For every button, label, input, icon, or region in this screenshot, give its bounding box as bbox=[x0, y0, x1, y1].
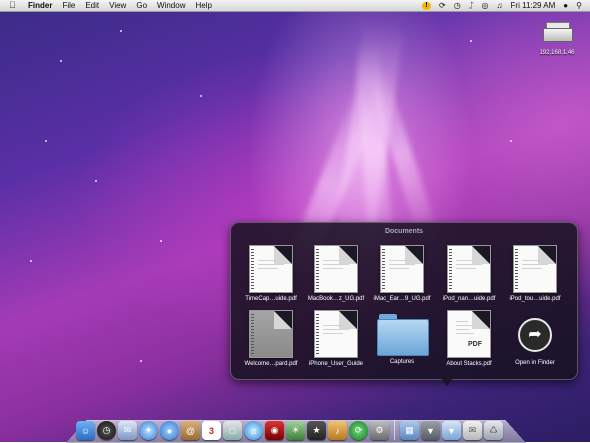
safari-icon[interactable]: ✦ bbox=[139, 421, 158, 440]
status-area: ! ⟳ ◷ ᛢ ◎ ♫ Fri 11:29 AM ● ⚲ bbox=[422, 0, 582, 11]
stack-item-imac[interactable]: iMac_Ear…9_UG.pdf bbox=[369, 245, 435, 302]
desktop-printer-icon[interactable]: 192.168.1.46 bbox=[532, 22, 582, 56]
dashboard-icon[interactable]: ◷ bbox=[97, 421, 116, 440]
system-preferences-icon[interactable]: ⚙ bbox=[370, 421, 389, 440]
pdf-preview-icon: PDF bbox=[447, 310, 491, 358]
stack-item-label: iMac_Ear…9_UG.pdf bbox=[373, 296, 431, 302]
pdf-document-icon bbox=[513, 245, 557, 293]
preview-icon[interactable]: □ bbox=[223, 421, 242, 440]
stack-item-open-in-finder[interactable]: ➦ Open in Finder bbox=[502, 310, 568, 366]
iphoto-icon[interactable]: ☀ bbox=[286, 421, 305, 440]
stack-item-label: MacBook…z_UG.pdf bbox=[307, 296, 365, 302]
stack-item-label: About Stacks.pdf bbox=[446, 361, 492, 367]
trash-icon[interactable]: ♺ bbox=[484, 421, 503, 440]
stack-item-label: Captures bbox=[389, 359, 415, 365]
stack-item-welcome[interactable]: Welcome…pard.pdf bbox=[238, 310, 304, 367]
menu-window[interactable]: Window bbox=[157, 0, 185, 11]
menu-clock[interactable]: Fri 11:29 AM bbox=[511, 0, 556, 11]
stack-title: Documents bbox=[384, 228, 424, 235]
mail-icon[interactable]: ✉ bbox=[118, 421, 137, 440]
documents-stack-icon[interactable]: ▼ bbox=[421, 421, 440, 440]
wifi-icon[interactable]: ◎ bbox=[482, 0, 489, 11]
menu-go[interactable]: Go bbox=[136, 0, 147, 11]
photobooth-icon[interactable]: ◉ bbox=[265, 421, 284, 440]
address-book-icon[interactable]: @ bbox=[181, 421, 200, 440]
menu-items: Finder File Edit View Go Window Help bbox=[28, 0, 212, 11]
stack-item-ipod-touch[interactable]: iPod_tou…uide.pdf bbox=[502, 245, 568, 302]
ichat-icon[interactable]: ● bbox=[160, 421, 179, 440]
documents-stack-popup: Documents TimeCap…uide.pdf MacBook…z_UG.… bbox=[230, 222, 578, 380]
menu-bar:  Finder File Edit View Go Window Help !… bbox=[0, 0, 590, 12]
open-in-finder-icon: ➦ bbox=[518, 318, 552, 352]
imovie-icon[interactable]: ★ bbox=[307, 421, 326, 440]
spotlight-icon[interactable]: ⚲ bbox=[576, 0, 582, 11]
sync-icon[interactable]: ⟳ bbox=[439, 0, 446, 11]
stack-pointer-arrow bbox=[441, 378, 453, 386]
pdf-document-icon bbox=[380, 245, 424, 293]
time-machine-menu-icon[interactable]: ◷ bbox=[454, 0, 461, 11]
apple-menu-icon[interactable]:  bbox=[9, 0, 16, 11]
menu-edit[interactable]: Edit bbox=[85, 0, 99, 11]
stack-item-label: iPod_tou…uide.pdf bbox=[509, 296, 561, 302]
dock: ☺ ◷ ✉ ✦ ● @ 3 □ ♫ ◉ ☀ ★ ♪ ⟳ ⚙ ▦ ▼ ▼ ✉ ♺ bbox=[76, 412, 503, 440]
stack-item-ipod-nano[interactable]: iPod_nan…uide.pdf bbox=[436, 245, 502, 302]
menu-file[interactable]: File bbox=[62, 0, 75, 11]
ical-icon[interactable]: 3 bbox=[202, 421, 221, 440]
printer-icon bbox=[543, 22, 573, 44]
user-icon[interactable]: ● bbox=[563, 0, 568, 11]
pdf-document-icon bbox=[314, 245, 358, 293]
menu-view[interactable]: View bbox=[109, 0, 126, 11]
menu-help[interactable]: Help bbox=[195, 0, 211, 11]
stack-item-about-stacks[interactable]: PDF About Stacks.pdf bbox=[436, 310, 502, 367]
pdf-document-icon bbox=[249, 245, 293, 293]
stack-item-label: Welcome…pard.pdf bbox=[244, 361, 298, 367]
menu-finder[interactable]: Finder bbox=[28, 0, 52, 11]
garageband-icon[interactable]: ♪ bbox=[328, 421, 347, 440]
stack-item-label: Open in Finder bbox=[515, 360, 555, 366]
bluetooth-icon[interactable]: ᛢ bbox=[469, 0, 474, 11]
stack-item-label: iPhone_User_Guide bbox=[308, 361, 364, 367]
printer-label: 192.168.1.46 bbox=[539, 50, 575, 56]
folder-icon bbox=[377, 314, 429, 356]
finder-icon[interactable]: ☺ bbox=[76, 421, 95, 440]
pdf-document-icon bbox=[249, 310, 293, 358]
applications-stack-icon[interactable]: ▦ bbox=[400, 421, 419, 440]
dock-separator bbox=[394, 420, 395, 440]
pdf-document-icon bbox=[314, 310, 358, 358]
stack-item-iphone-guide[interactable]: iPhone_User_Guide bbox=[303, 310, 369, 367]
stack-item-timecapsule[interactable]: TimeCap…uide.pdf bbox=[238, 245, 304, 302]
pdf-document-icon bbox=[447, 245, 491, 293]
stack-item-macbook[interactable]: MacBook…z_UG.pdf bbox=[303, 245, 369, 302]
time-machine-icon[interactable]: ⟳ bbox=[349, 421, 368, 440]
mail-stack-icon[interactable]: ✉ bbox=[463, 421, 482, 440]
stack-item-label: TimeCap…uide.pdf bbox=[245, 296, 297, 302]
stack-item-label: iPod_nan…uide.pdf bbox=[442, 296, 496, 302]
warning-icon[interactable]: ! bbox=[422, 1, 432, 10]
volume-icon[interactable]: ♫ bbox=[497, 0, 503, 11]
stack-item-captures[interactable]: Captures bbox=[369, 310, 435, 365]
itunes-icon[interactable]: ♫ bbox=[244, 421, 263, 440]
downloads-stack-icon[interactable]: ▼ bbox=[442, 421, 461, 440]
